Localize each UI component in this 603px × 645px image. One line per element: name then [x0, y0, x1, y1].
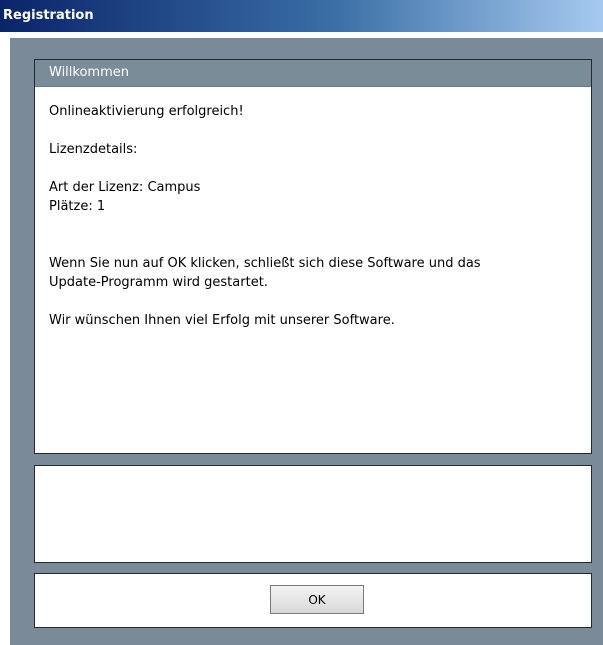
- button-panel: OK: [34, 573, 592, 628]
- window-title: Registration: [0, 0, 603, 32]
- empty-panel: [34, 465, 592, 563]
- welcome-panel: Willkommen Onlineaktivierung erfolgreich…: [34, 59, 592, 454]
- success-message: Onlineaktivierung erfolgreich!: [49, 104, 244, 119]
- instruction-line-1: Wenn Sie nun auf OK klicken, schließt si…: [49, 256, 481, 271]
- license-seats: Plätze: 1: [49, 199, 106, 214]
- license-type: Art der Lizenz: Campus: [49, 180, 201, 195]
- registration-window: Registration Willkommen Onlineaktivierun…: [0, 0, 603, 645]
- welcome-panel-header: Willkommen: [35, 60, 591, 87]
- ok-button[interactable]: OK: [270, 585, 364, 614]
- license-details-label: Lizenzdetails:: [49, 142, 138, 157]
- instruction-line-2: Update-Programm wird gestartet.: [49, 275, 268, 290]
- dialog-frame: Willkommen Onlineaktivierung erfolgreich…: [10, 38, 603, 645]
- closing-message: Wir wünschen Ihnen viel Erfolg mit unser…: [49, 313, 395, 328]
- welcome-panel-body: Onlineaktivierung erfolgreich! Lizenzdet…: [35, 87, 591, 330]
